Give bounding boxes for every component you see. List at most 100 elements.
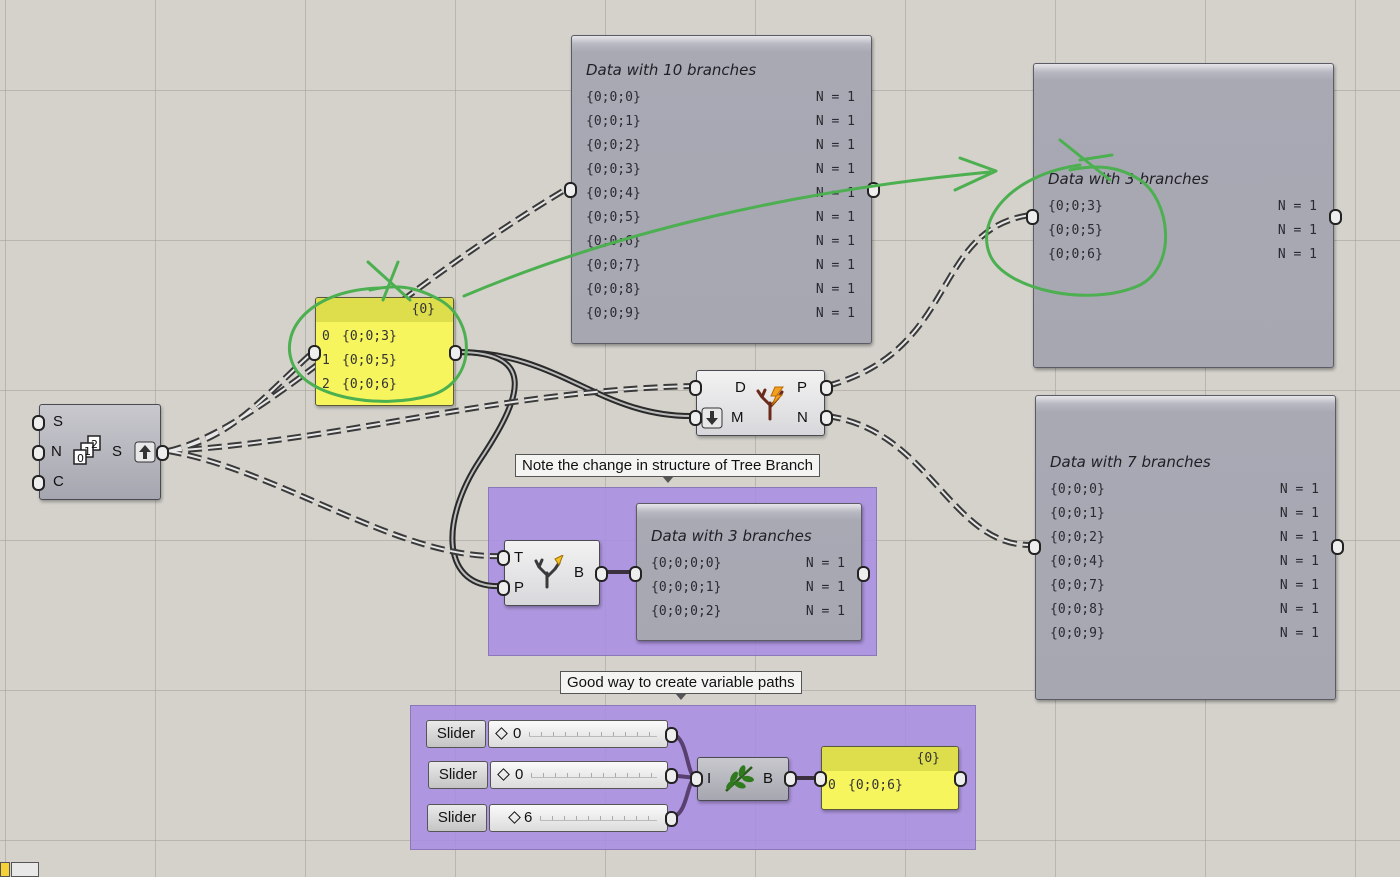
path-list-header: {0}: [316, 298, 453, 322]
list-item: {0;0;7} N = 1: [1050, 578, 1319, 593]
series-input-n-port[interactable]: [32, 445, 45, 461]
series-component[interactable]: S N C 0 1 2 S: [39, 404, 161, 500]
branch-output-port[interactable]: [595, 566, 608, 582]
tree-branch-component[interactable]: T P B: [504, 540, 600, 606]
output-s-label: S: [112, 443, 123, 460]
annotation-tick-list: [366, 260, 412, 302]
panel-three-bottom-output-port[interactable]: [857, 566, 870, 582]
panel-seven-input-port[interactable]: [1028, 539, 1041, 555]
path-result-input-port[interactable]: [814, 771, 827, 787]
list-item: {0;0;8} N = 1: [586, 282, 855, 297]
slider-track[interactable]: 6: [489, 804, 668, 832]
panel-three-bottom-input-port[interactable]: [629, 566, 642, 582]
svg-text:0: 0: [77, 452, 84, 465]
panel-title: Data with 3 branches: [1048, 170, 1209, 188]
input-c-label: C: [53, 473, 64, 490]
path-input-port[interactable]: [690, 771, 703, 787]
list-item: 1 {0;0;5}: [322, 353, 397, 368]
path-list-panel[interactable]: {0} 0 {0;0;3} 1 {0;0;5} 2 {0;0;6}: [315, 297, 454, 406]
wire-series-to-list: [167, 349, 316, 454]
list-item: {0;0;0} N = 1: [586, 90, 855, 105]
list-item: {0;0;6} N = 1: [586, 234, 855, 249]
split-input-d-port[interactable]: [689, 380, 702, 396]
input-m-label: M: [731, 409, 744, 426]
slider-3-output-port[interactable]: [665, 811, 678, 827]
list-item: {0;0;7} N = 1: [586, 258, 855, 273]
slider-label: Slider: [428, 761, 488, 789]
wire-list-to-dispatch: [455, 349, 698, 420]
panel-ten-branches[interactable]: Data with 10 branches {0;0;0} N = 1 {0;0;…: [571, 35, 872, 344]
panel-three-branches-top[interactable]: Data with 3 branches {0;0;3} N = 1 {0;0;5…: [1033, 63, 1334, 368]
svg-text:2: 2: [91, 438, 98, 451]
input-d-label: D: [735, 379, 746, 396]
panel-title: Data with 3 branches: [651, 527, 812, 545]
split-output-p-port[interactable]: [820, 380, 833, 396]
input-t-label: T: [514, 549, 524, 566]
variable-paths-note: Good way to create variable paths: [560, 671, 802, 700]
list-item: {0;0;1} N = 1: [586, 114, 855, 129]
path-result-output-port[interactable]: [954, 771, 967, 787]
list-item: {0;0;1} N = 1: [1050, 506, 1319, 521]
slider-track[interactable]: 0: [490, 761, 668, 789]
panel-ten-input-port[interactable]: [564, 182, 577, 198]
list-item: {0;0;4} N = 1: [586, 186, 855, 201]
list-item: {0;0;6} N = 1: [1048, 247, 1317, 262]
list-item: {0;0;5} N = 1: [586, 210, 855, 225]
tree-branch-icon: [533, 553, 567, 594]
panel-three-branches-bottom[interactable]: Data with 3 branches {0;0;0;0} N = 1 {0;0…: [636, 503, 862, 641]
list-item: {0;0;4} N = 1: [1050, 554, 1319, 569]
split-input-m-port[interactable]: [689, 410, 702, 426]
list-item: {0;0;0;2} N = 1: [651, 604, 845, 619]
list-item: {0;0;0;0} N = 1: [651, 556, 845, 571]
path-output-port[interactable]: [784, 771, 797, 787]
list-item: 2 {0;0;6}: [322, 377, 397, 392]
panel-seven-output-port[interactable]: [1331, 539, 1344, 555]
path-result-panel[interactable]: {0} 0 {0;0;6}: [821, 746, 959, 810]
leaf-branch-icon: [722, 763, 756, 800]
input-n-label: N: [51, 443, 62, 460]
list-item: {0;0;9} N = 1: [586, 306, 855, 321]
series-output-port[interactable]: [156, 445, 169, 461]
slider-label: Slider: [427, 804, 487, 832]
list-item: {0;0;3} N = 1: [586, 162, 855, 177]
path-list-input-port[interactable]: [308, 345, 321, 361]
slider-2-output-port[interactable]: [665, 768, 678, 784]
output-n-label: N: [797, 409, 808, 426]
slider-value: 6: [524, 809, 533, 826]
path-result-header: {0}: [822, 747, 958, 771]
slider-grip-icon: [495, 727, 508, 740]
list-item: {0;0;8} N = 1: [1050, 602, 1319, 617]
split-output-n-port[interactable]: [820, 410, 833, 426]
input-p-label: P: [514, 579, 525, 596]
graft-arrow-icon: [701, 407, 723, 434]
series-input-s-port[interactable]: [32, 415, 45, 431]
output-b-label: B: [763, 770, 774, 787]
path-list-output-port[interactable]: [449, 345, 462, 361]
output-p-label: P: [797, 379, 808, 396]
input-s-label: S: [53, 413, 64, 430]
split-tree-component[interactable]: D M P N: [696, 370, 825, 436]
panel-seven-branches[interactable]: Data with 7 branches {0;0;0} N = 1 {0;0;1…: [1035, 395, 1336, 700]
slider-track[interactable]: 0: [488, 720, 668, 748]
branch-input-p-port[interactable]: [497, 580, 510, 596]
list-item: {0;0;0;1} N = 1: [651, 580, 845, 595]
construct-path-component[interactable]: I B: [697, 757, 789, 801]
branch-input-t-port[interactable]: [497, 550, 510, 566]
slider-grip-icon: [508, 811, 521, 824]
slider-label: Slider: [426, 720, 486, 748]
wire-series-to-branch: [167, 448, 504, 560]
list-item: {0;0;3} N = 1: [1048, 199, 1317, 214]
flatten-arrow-icon: [134, 441, 156, 468]
slider-2[interactable]: Slider 0: [428, 761, 668, 789]
slider-3[interactable]: Slider 6: [427, 804, 668, 832]
list-item: {0;0;0} N = 1: [1050, 482, 1319, 497]
panel-three-top-input-port[interactable]: [1026, 209, 1039, 225]
panel-three-top-output-port[interactable]: [1329, 209, 1342, 225]
svg-text:1: 1: [84, 445, 91, 458]
panel-ten-output-port[interactable]: [867, 182, 880, 198]
slider-grip-icon: [497, 768, 510, 781]
slider-1-output-port[interactable]: [665, 727, 678, 743]
series-input-c-port[interactable]: [32, 475, 45, 491]
slider-1[interactable]: Slider 0: [426, 720, 668, 748]
panel-title: Data with 7 branches: [1050, 453, 1211, 471]
